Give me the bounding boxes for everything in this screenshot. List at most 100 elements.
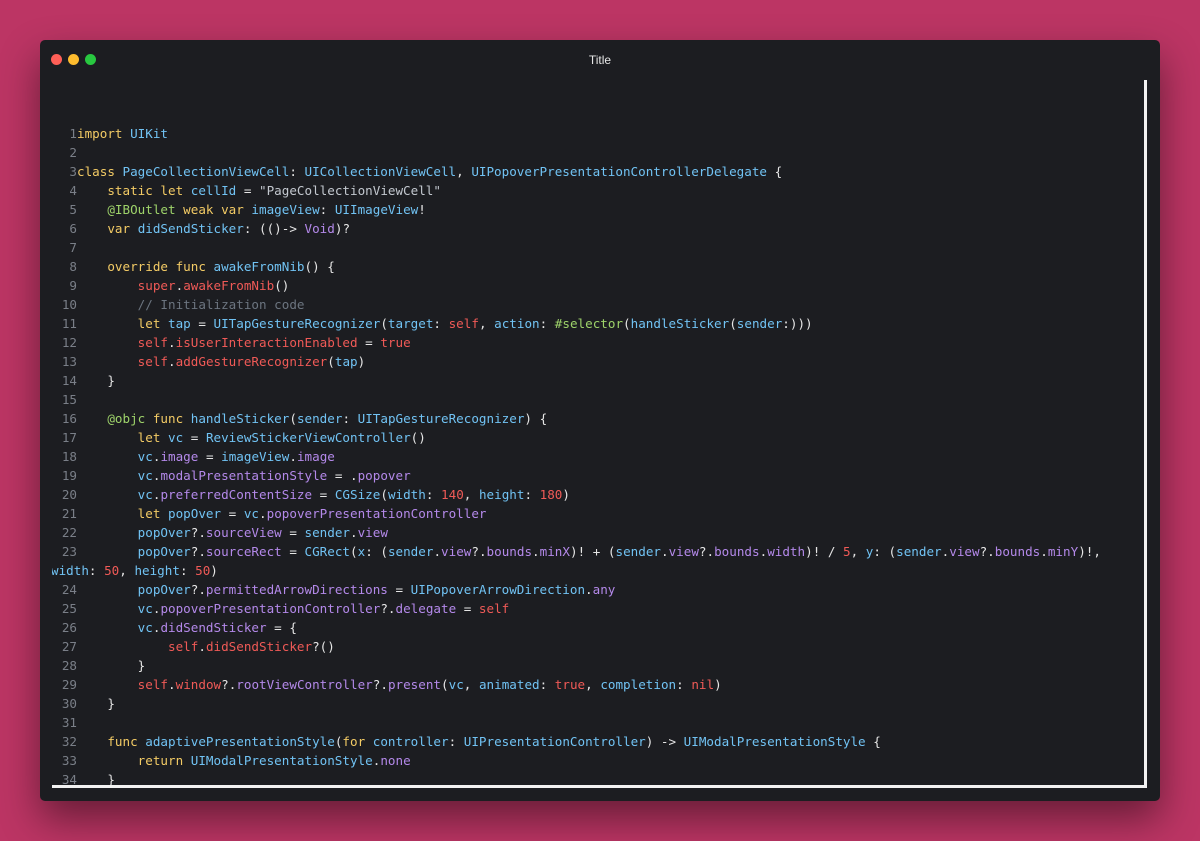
code-line: 21 let popOver = vc.popoverPresentationC… [52, 504, 1142, 523]
code-token: view [441, 544, 472, 559]
line-number: 11 [61, 316, 77, 331]
code-token: : [179, 563, 196, 578]
code-token: . [585, 582, 593, 597]
code-token: . [289, 449, 297, 464]
code-token: width [767, 544, 806, 559]
code-token: ) [357, 354, 366, 369]
code-token: self [168, 639, 199, 654]
code-line: 15 [52, 390, 1142, 409]
code-token: tap [334, 354, 358, 369]
code-line: 10 // Initialization code [52, 295, 1142, 314]
code-line: 14 } [52, 371, 1142, 390]
code-token: ( [380, 316, 388, 331]
code-token: vc [168, 430, 184, 445]
code-token: , [463, 487, 479, 502]
code-token: view [668, 544, 699, 559]
code-token: : [433, 316, 449, 331]
code-token: vc [448, 677, 464, 692]
code-token: 50 [195, 563, 211, 578]
title-bar: Title [40, 40, 1160, 80]
code-line: 27 self.didSendSticker?() [52, 637, 1142, 656]
line-number: 22 [61, 525, 77, 540]
code-token: modalPresentationStyle [160, 468, 328, 483]
code-line: 25 vc.popoverPresentationController?.del… [52, 599, 1142, 618]
code-token: UIPresentationController [463, 734, 646, 749]
code-token: class [77, 164, 123, 179]
code-token: Void [304, 221, 335, 236]
code-token: : ( [365, 544, 388, 559]
code-line: 16 @objc func handleSticker(sender: UITa… [52, 409, 1142, 428]
code-token: didSendSticker [205, 639, 313, 654]
code-token: ( [289, 411, 297, 426]
code-token: vc [137, 601, 153, 616]
code-token: bounds [714, 544, 760, 559]
line-number: 6 [69, 221, 77, 236]
code-token: adaptivePresentationStyle [145, 734, 335, 749]
code-token: 5 [843, 544, 851, 559]
code-token: popoverPresentationController [160, 601, 381, 616]
code-token: sender [304, 525, 351, 540]
code-editor[interactable]: 1 import UIKit 2 3 class PageCollectionView… [52, 80, 1147, 788]
code-token: ?. [380, 601, 396, 616]
code-token: ) [714, 677, 722, 692]
code-text: } [77, 694, 1142, 713]
code-token: didSendSticker [137, 221, 244, 236]
line-number: 14 [61, 373, 77, 388]
code-token: "PageCollectionViewCell" [259, 183, 441, 198]
code-text: vc.modalPresentationStyle = .popover [77, 466, 1142, 485]
code-text: override func awakeFromNib() { [77, 257, 1142, 276]
code-token: ?. [698, 544, 715, 559]
line-number: 26 [61, 620, 77, 635]
code-token: minX [539, 544, 570, 559]
code-token: override func [107, 259, 214, 274]
code-token: sender [736, 316, 783, 331]
line-number: 10 [61, 297, 77, 312]
code-line: 32 func adaptivePresentationStyle(for co… [52, 732, 1142, 751]
code-token: ?. [190, 582, 206, 597]
code-text: super.awakeFromNib() [77, 276, 1142, 295]
code-text: var didSendSticker: (()-> Void)? [77, 219, 1142, 238]
code-token: { [767, 164, 783, 179]
line-number: 19 [61, 468, 77, 483]
code-token: )! / [805, 544, 844, 559]
code-line: 33 return UIModalPresentationStyle.none [52, 751, 1142, 770]
line-number: 28 [61, 658, 77, 673]
code-token: height [478, 487, 525, 502]
line-number: 3 [69, 164, 77, 179]
code-token: ?. [372, 677, 388, 692]
code-token: ( [623, 316, 631, 331]
code-token: = [183, 430, 206, 445]
code-token: sender [615, 544, 661, 559]
code-text: vc.image = imageView.image [77, 447, 1142, 466]
code-token: view [949, 544, 980, 559]
code-token: , [456, 164, 472, 179]
code-token: ( [441, 677, 449, 692]
code-token: : [539, 316, 555, 331]
line-number: 9 [69, 278, 77, 293]
code-token: @IBOutlet [107, 202, 184, 217]
line-number: 7 [69, 240, 77, 255]
code-token: cellId [190, 183, 237, 198]
code-text: vc.preferredContentSize = CGSize(width: … [77, 485, 1142, 504]
line-number: 25 [61, 601, 77, 616]
code-token: = [236, 183, 259, 198]
code-token: 50 [104, 563, 120, 578]
code-token: . [350, 525, 358, 540]
code-token: UITapGestureRecognizer [213, 316, 381, 331]
code-token: sender [896, 544, 942, 559]
code-token: imageView [251, 202, 320, 217]
code-token: UIModalPresentationStyle [190, 753, 373, 768]
code-token: imageView [221, 449, 290, 464]
code-line: 11 let tap = UITapGestureRecognizer(targ… [52, 314, 1142, 333]
line-number: 4 [69, 183, 77, 198]
code-token: () [274, 278, 290, 293]
code-text: class PageCollectionViewCell: UICollecti… [77, 162, 1142, 181]
